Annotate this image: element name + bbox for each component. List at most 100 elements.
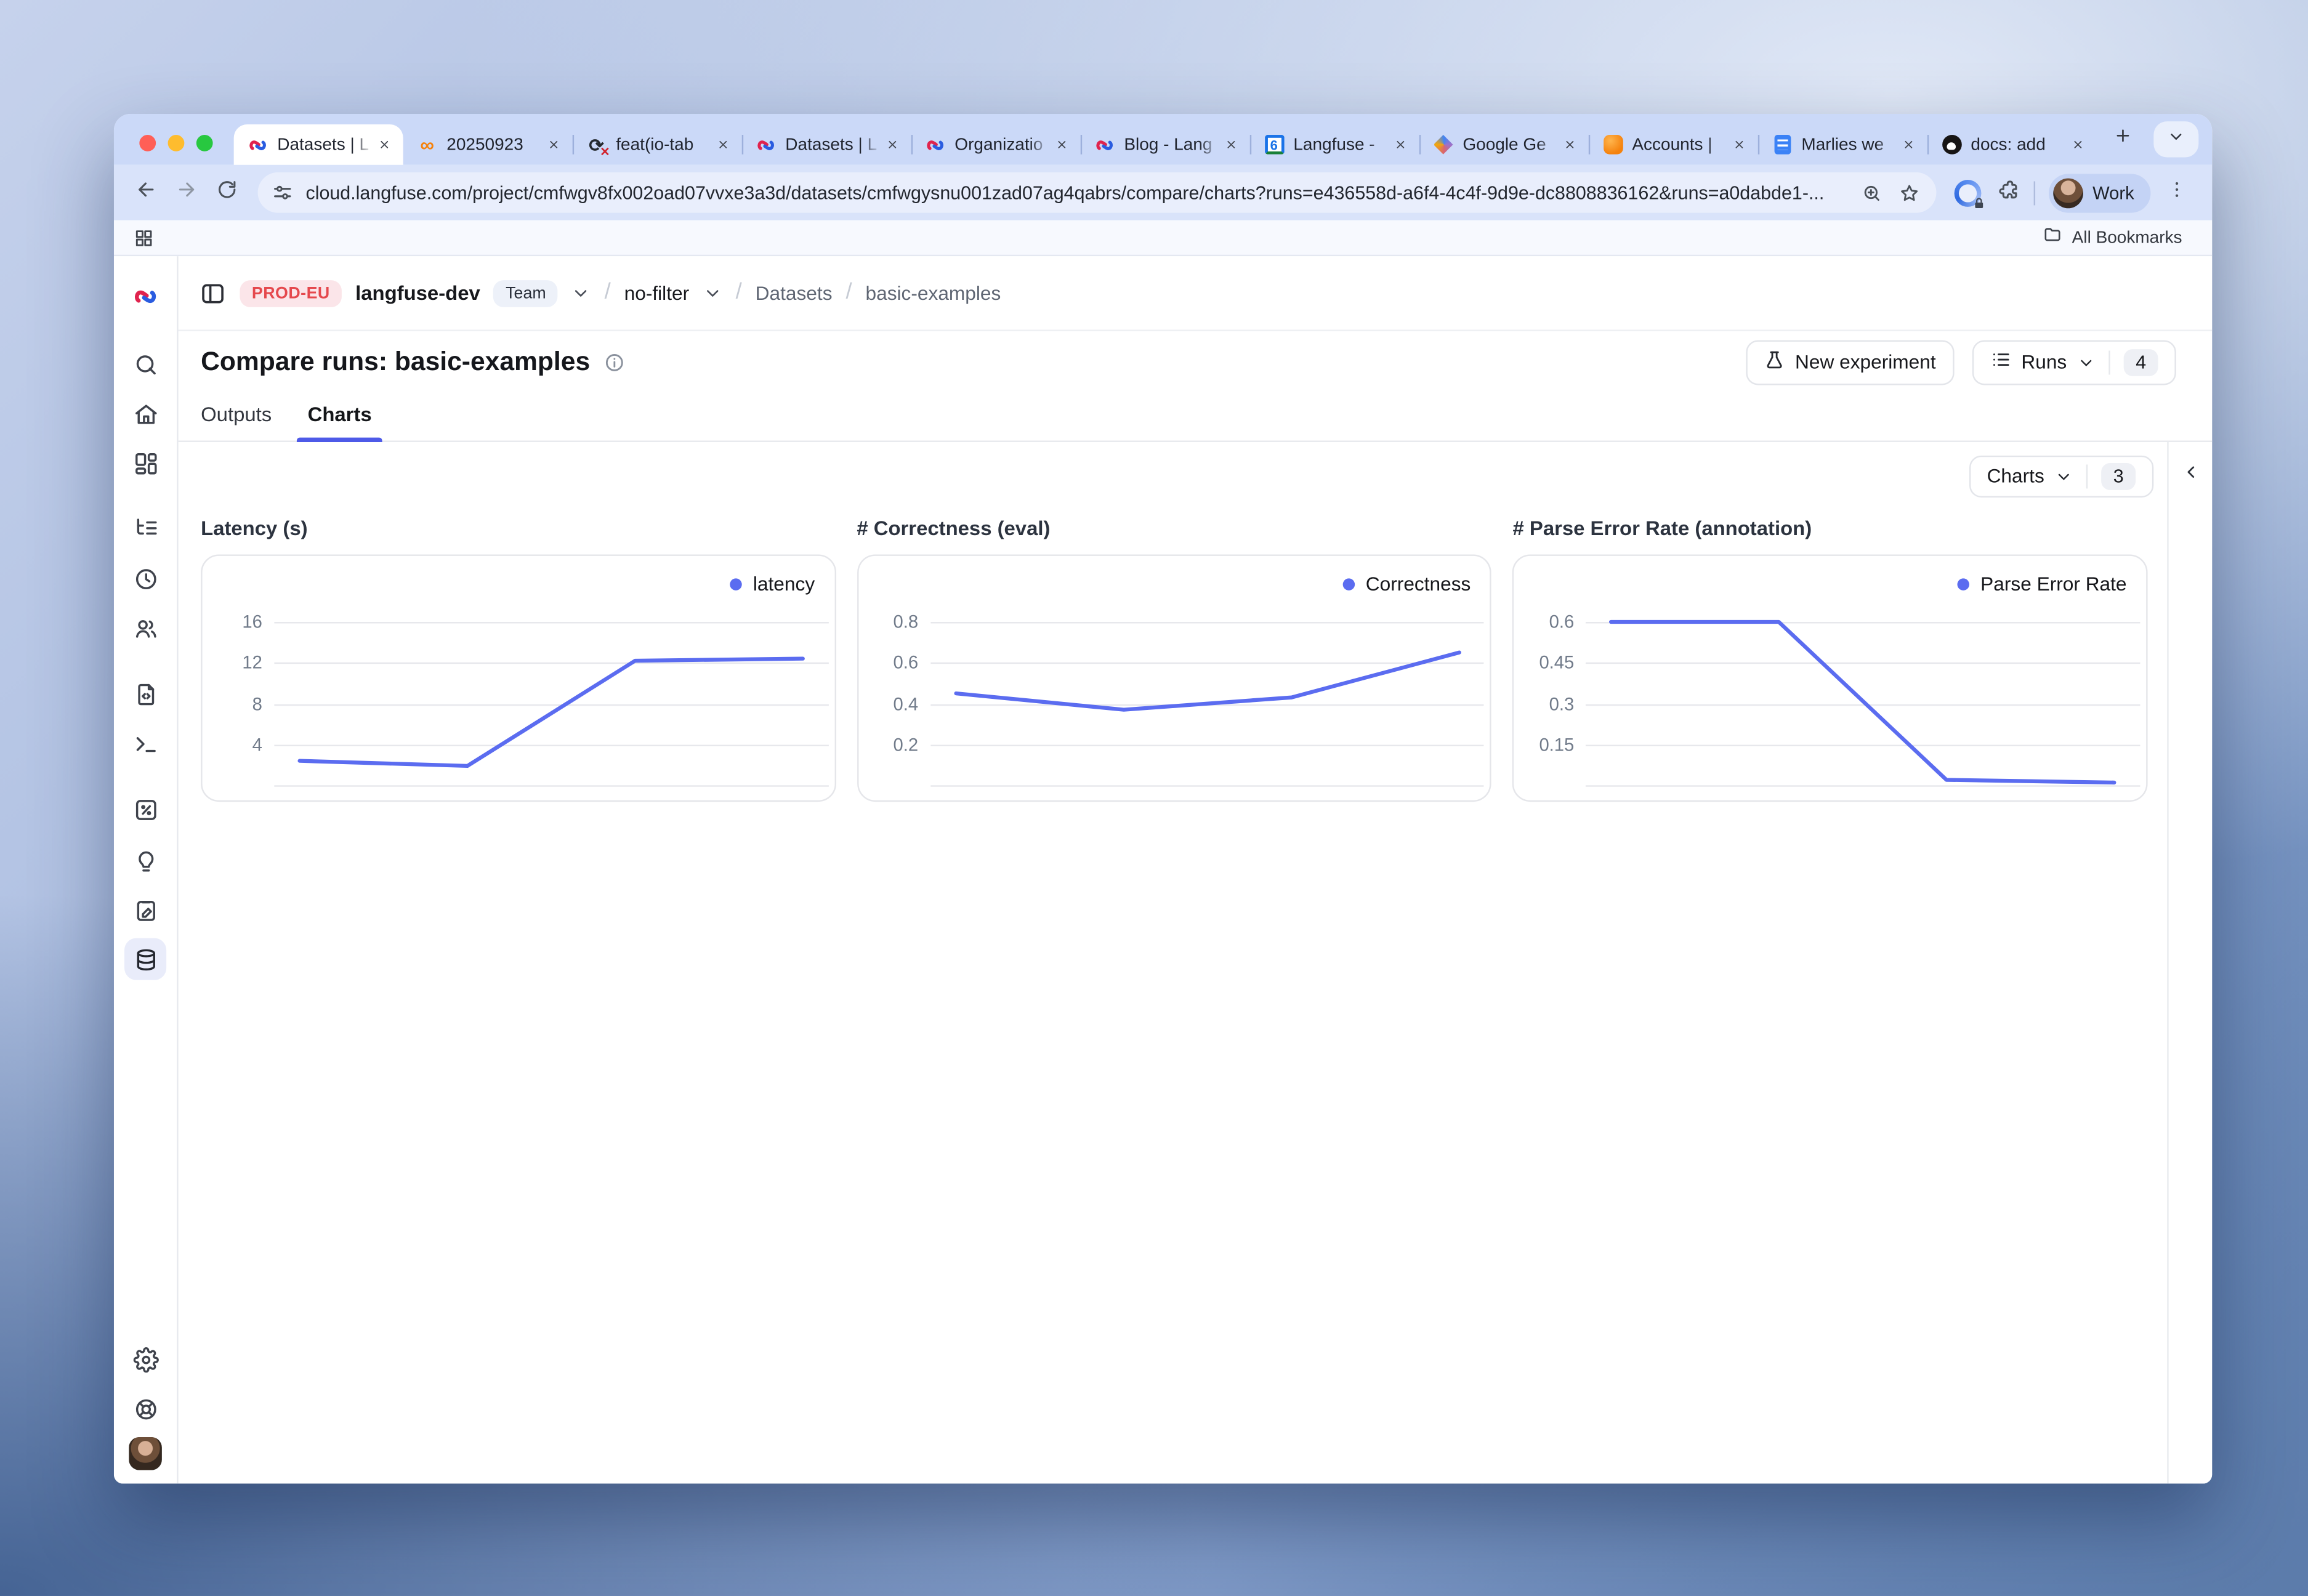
sidebar-item-datasets[interactable]: [124, 938, 166, 980]
new-experiment-button[interactable]: New experiment: [1746, 339, 1954, 384]
legend-dot-icon: [1958, 578, 1970, 589]
charts-chevron-down-icon: [2055, 467, 2073, 485]
sidebar-item-search[interactable]: [124, 343, 166, 385]
tab-close-button[interactable]: [543, 134, 565, 156]
bookmark-star-icon[interactable]: [1893, 176, 1926, 209]
browser-tab[interactable]: Marlies we: [1758, 124, 1927, 165]
sidebar-item-tracing[interactable]: [124, 507, 166, 549]
extensions-button[interactable]: [1989, 172, 2030, 213]
collapse-panel-button[interactable]: [2180, 462, 2201, 483]
lock-icon: [1972, 196, 1986, 209]
sidebar-item-insights[interactable]: [124, 839, 166, 881]
breadcrumb-dataset-link[interactable]: basic-examples: [866, 282, 1001, 305]
project-name[interactable]: no-filter: [624, 282, 690, 305]
sidebar-item-annotation-queues[interactable]: [124, 889, 166, 930]
button-divider: [2108, 350, 2110, 374]
tab-title: Google Ge: [1463, 135, 1559, 153]
legend-label: Correctness: [1366, 573, 1471, 595]
gcal-favicon-icon: 6: [1264, 134, 1285, 155]
gdoc-favicon-icon: [1772, 134, 1793, 155]
browser-tab[interactable]: ∞20250923: [403, 124, 573, 165]
sidebar-item-evaluation[interactable]: [124, 788, 166, 830]
user-avatar[interactable]: [129, 1437, 162, 1470]
tab-close-button[interactable]: [373, 134, 396, 156]
browser-tab-strip: Datasets | L ∞20250923⟳✕feat(io-tab Datase…: [114, 114, 2212, 165]
tab-title: Datasets | L: [785, 135, 881, 153]
runs-dropdown-button[interactable]: Runs 4: [1972, 339, 2176, 384]
zoom-page-icon[interactable]: [1856, 176, 1889, 209]
new-tab-button[interactable]: [2104, 121, 2140, 157]
tab-close-button[interactable]: [1728, 134, 1751, 156]
sidebar-item-prompts[interactable]: [124, 673, 166, 715]
runs-label: Runs: [2021, 351, 2067, 374]
breadcrumb-datasets-link[interactable]: Datasets: [756, 282, 833, 305]
tab-search-button[interactable]: [2153, 121, 2198, 157]
sidebar-item-users[interactable]: [124, 607, 166, 649]
legend-dot-icon: [730, 578, 742, 589]
chart-card: latency 481216: [201, 554, 836, 802]
browser-tab[interactable]: 6Langfuse -: [1250, 124, 1419, 165]
breadcrumb-separator: /: [736, 279, 742, 304]
tab-close-button[interactable]: [1389, 134, 1412, 156]
sidebar-item-dashboards[interactable]: [124, 442, 166, 484]
apps-grid-icon[interactable]: [134, 227, 155, 248]
browser-tab[interactable]: Organizatio: [911, 124, 1081, 165]
toolbar-divider: [2034, 180, 2035, 204]
tab-title: feat(io-tab: [616, 135, 712, 153]
chart-title: Latency (s): [201, 517, 836, 540]
sidebar-item-home[interactable]: [124, 393, 166, 435]
browser-tab[interactable]: Accounts |: [1589, 124, 1758, 165]
tab-title: Datasets | L: [277, 135, 373, 153]
minimize-window-button[interactable]: [168, 135, 185, 151]
tab-close-button[interactable]: [2067, 134, 2089, 156]
browser-tab[interactable]: Datasets | L: [742, 124, 911, 165]
reload-button[interactable]: [207, 172, 248, 213]
org-chevron-down-icon[interactable]: [571, 283, 591, 303]
legend-label: latency: [753, 573, 815, 595]
org-name[interactable]: langfuse-dev: [355, 282, 480, 305]
privacy-badge-icon[interactable]: [1955, 179, 1982, 206]
info-icon[interactable]: [603, 352, 624, 373]
tab-close-button[interactable]: [1220, 134, 1243, 156]
back-icon: [135, 177, 158, 208]
close-window-button[interactable]: [139, 135, 156, 151]
browser-profile-label: Work: [2092, 182, 2134, 203]
folder-icon: [2042, 224, 2062, 251]
langfuse-logo-icon[interactable]: [124, 276, 166, 318]
address-bar[interactable]: cloud.langfuse.com/project/cmfwgv8fx002o…: [258, 172, 1937, 213]
breadcrumb-separator: /: [845, 279, 852, 304]
tab-close-button[interactable]: [881, 134, 904, 156]
tab-outputs[interactable]: Outputs: [201, 403, 272, 441]
browser-menu-button[interactable]: [2157, 172, 2197, 213]
project-chevron-down-icon[interactable]: [703, 283, 722, 303]
forward-button[interactable]: [166, 172, 207, 213]
sidebar-toggle-button[interactable]: [200, 280, 227, 307]
tab-close-button[interactable]: [1897, 134, 1920, 156]
tab-close-button[interactable]: [712, 134, 735, 156]
browser-tab[interactable]: ⟳✕feat(io-tab: [573, 124, 742, 165]
chart-title: # Correctness (eval): [857, 517, 1491, 540]
browser-tab[interactable]: Datasets | L: [234, 124, 403, 165]
sidebar-item-playground[interactable]: [124, 722, 166, 764]
browser-tab[interactable]: Google Ge: [1419, 124, 1589, 165]
browser-tab[interactable]: Blog - Lang: [1081, 124, 1250, 165]
chevron-down-icon: [2167, 126, 2185, 153]
sidebar-item-support[interactable]: [124, 1388, 166, 1430]
app-sidebar: [114, 256, 179, 1483]
charts-dropdown-button[interactable]: Charts 3: [1969, 455, 2153, 497]
site-settings-icon[interactable]: [272, 181, 294, 204]
maximize-window-button[interactable]: [196, 135, 213, 151]
tab-charts[interactable]: Charts: [308, 403, 372, 441]
back-button[interactable]: [126, 172, 166, 213]
sidebar-item-sessions[interactable]: [124, 557, 166, 599]
browser-toolbar: cloud.langfuse.com/project/cmfwgv8fx002o…: [114, 165, 2212, 220]
all-bookmarks-button[interactable]: All Bookmarks: [2042, 224, 2182, 251]
browser-profile-chip[interactable]: Work: [2049, 173, 2150, 212]
sidebar-item-settings[interactable]: [124, 1338, 166, 1380]
tab-title: Accounts |: [1632, 135, 1728, 153]
tab-close-button[interactable]: [1559, 134, 1581, 156]
url-text[interactable]: cloud.langfuse.com/project/cmfwgv8fx002o…: [305, 182, 1851, 203]
browser-tab[interactable]: docs: add: [1927, 124, 2097, 165]
chart-column: # Parse Error Rate (annotation) Parse Er…: [1513, 509, 2148, 802]
tab-close-button[interactable]: [1051, 134, 1073, 156]
